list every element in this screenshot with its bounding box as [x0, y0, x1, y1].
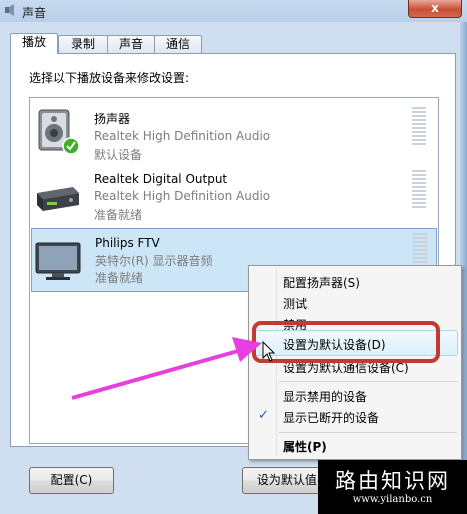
- mouse-cursor-icon: [262, 341, 276, 362]
- sound-dialog: 声音 x 播放 录制 声音 通信 选择以下播放设备来修改设置: 扬声器 Real…: [0, 0, 467, 514]
- tab-playback[interactable]: 播放: [10, 33, 58, 54]
- watermark-title: 路由知识网: [335, 469, 450, 493]
- watermark-url: www.yilanbo.cn: [352, 494, 433, 505]
- watermark: 路由知识网 www.yilanbo.cn: [318, 460, 467, 514]
- pointer-arrow-icon: [71, 337, 262, 400]
